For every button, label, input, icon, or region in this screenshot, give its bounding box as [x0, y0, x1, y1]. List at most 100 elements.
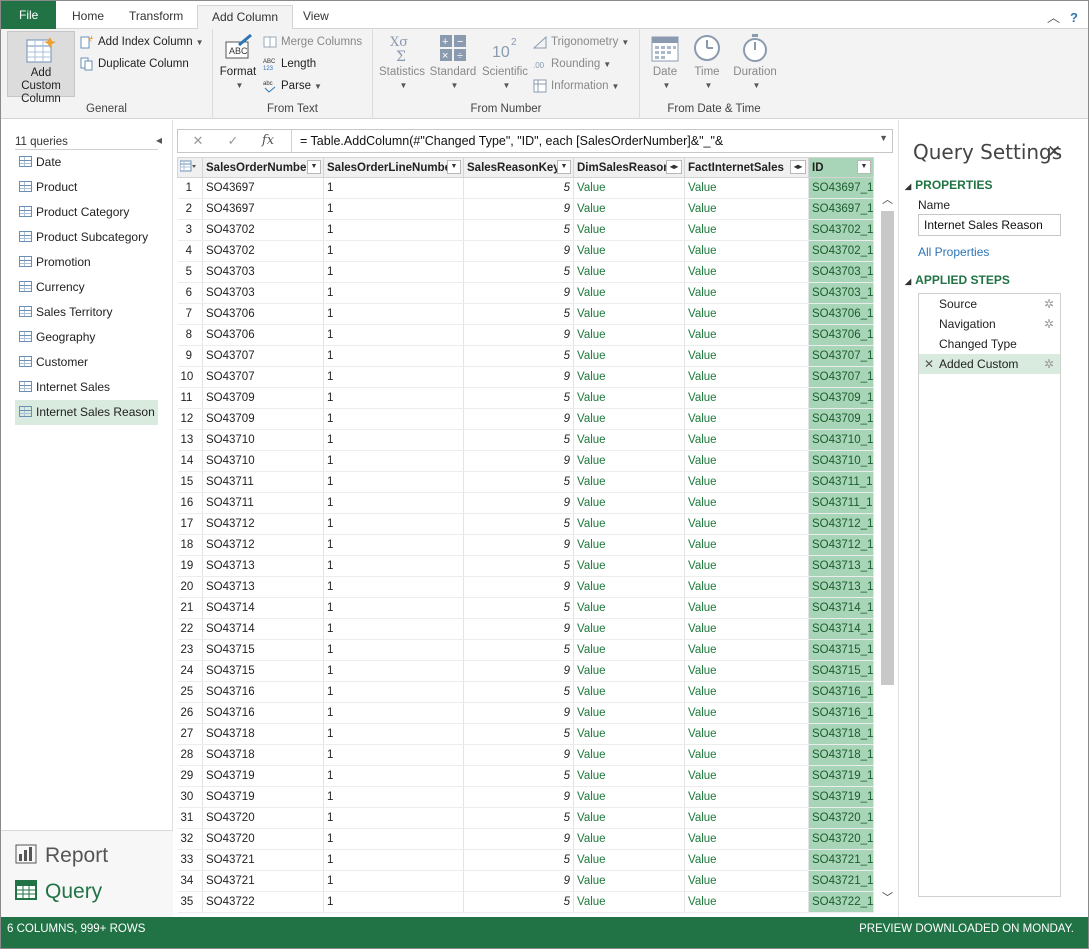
- cell-id[interactable]: SO43710_1: [808, 429, 874, 451]
- table-row[interactable]: 26 SO43716 1 9 Value Value SO43716_1: [177, 702, 874, 724]
- cell-salesorderlinenumber[interactable]: 1: [323, 660, 464, 682]
- cell-factinternetsales[interactable]: Value: [684, 786, 809, 808]
- cell-id[interactable]: SO43707_1: [808, 366, 874, 388]
- information-button[interactable]: Information ▼: [533, 77, 619, 95]
- cell-salesreasonkey[interactable]: 9: [463, 198, 574, 220]
- cell-salesorderlinenumber[interactable]: 1: [323, 828, 464, 850]
- cell-factinternetsales[interactable]: Value: [684, 471, 809, 493]
- applied-steps-section-header[interactable]: ◢ APPLIED STEPS: [905, 273, 1010, 287]
- column-header-salesorderlinenumber[interactable]: SalesOrderLineNumber ▼: [323, 157, 464, 178]
- table-row[interactable]: 21 SO43714 1 5 Value Value SO43714_1: [177, 597, 874, 619]
- tab-transform[interactable]: Transform: [115, 5, 197, 29]
- cell-factinternetsales[interactable]: Value: [684, 408, 809, 430]
- cell-salesordernumber[interactable]: SO43715: [202, 639, 324, 661]
- cell-salesreasonkey[interactable]: 9: [463, 492, 574, 514]
- cell-factinternetsales[interactable]: Value: [684, 324, 809, 346]
- applied-step[interactable]: Source ✲: [919, 294, 1060, 314]
- cell-dimsalesreason[interactable]: Value: [573, 849, 685, 871]
- cell-salesorderlinenumber[interactable]: 1: [323, 450, 464, 472]
- table-row[interactable]: 12 SO43709 1 9 Value Value SO43709_1: [177, 408, 874, 430]
- table-row[interactable]: 9 SO43707 1 5 Value Value SO43707_1: [177, 345, 874, 367]
- query-view-button[interactable]: Query: [15, 877, 102, 907]
- cell-salesordernumber[interactable]: SO43713: [202, 555, 324, 577]
- cell-salesorderlinenumber[interactable]: 1: [323, 807, 464, 829]
- cell-id[interactable]: SO43710_1: [808, 450, 874, 472]
- table-row[interactable]: 6 SO43703 1 9 Value Value SO43703_1: [177, 282, 874, 304]
- cell-salesorderlinenumber[interactable]: 1: [323, 324, 464, 346]
- cell-salesorderlinenumber[interactable]: 1: [323, 513, 464, 535]
- cell-id[interactable]: SO43711_1: [808, 492, 874, 514]
- cell-salesorderlinenumber[interactable]: 1: [323, 576, 464, 598]
- table-row[interactable]: 34 SO43721 1 9 Value Value SO43721_1: [177, 870, 874, 892]
- cell-factinternetsales[interactable]: Value: [684, 681, 809, 703]
- row-number[interactable]: 25: [177, 681, 203, 703]
- cell-salesordernumber[interactable]: SO43703: [202, 261, 324, 283]
- cell-salesreasonkey[interactable]: 9: [463, 828, 574, 850]
- cell-dimsalesreason[interactable]: Value: [573, 765, 685, 787]
- cell-salesordernumber[interactable]: SO43712: [202, 534, 324, 556]
- duration-button[interactable]: Duration ▼: [730, 33, 780, 92]
- cell-dimsalesreason[interactable]: Value: [573, 891, 685, 913]
- cell-salesordernumber[interactable]: SO43711: [202, 492, 324, 514]
- cell-factinternetsales[interactable]: Value: [684, 282, 809, 304]
- cell-salesorderlinenumber[interactable]: 1: [323, 534, 464, 556]
- cell-salesordernumber[interactable]: SO43719: [202, 765, 324, 787]
- cell-salesordernumber[interactable]: SO43711: [202, 471, 324, 493]
- cell-dimsalesreason[interactable]: Value: [573, 408, 685, 430]
- table-row[interactable]: 28 SO43718 1 9 Value Value SO43718_1: [177, 744, 874, 766]
- cell-dimsalesreason[interactable]: Value: [573, 198, 685, 220]
- table-row[interactable]: 27 SO43718 1 5 Value Value SO43718_1: [177, 723, 874, 745]
- cell-salesreasonkey[interactable]: 5: [463, 303, 574, 325]
- column-header-factinternetsales[interactable]: FactInternetSales ◂▸: [684, 157, 809, 178]
- cell-dimsalesreason[interactable]: Value: [573, 471, 685, 493]
- row-number[interactable]: 23: [177, 639, 203, 661]
- cell-salesordernumber[interactable]: SO43716: [202, 681, 324, 703]
- row-number[interactable]: 16: [177, 492, 203, 514]
- cell-salesordernumber[interactable]: SO43712: [202, 513, 324, 535]
- table-row[interactable]: 20 SO43713 1 9 Value Value SO43713_1: [177, 576, 874, 598]
- table-row[interactable]: 22 SO43714 1 9 Value Value SO43714_1: [177, 618, 874, 640]
- query-item[interactable]: Currency: [15, 275, 158, 300]
- cell-dimsalesreason[interactable]: Value: [573, 828, 685, 850]
- query-item[interactable]: Date: [15, 150, 158, 175]
- table-row[interactable]: 5 SO43703 1 5 Value Value SO43703_1: [177, 261, 874, 283]
- properties-section-header[interactable]: ◢ PROPERTIES: [905, 178, 993, 192]
- cell-dimsalesreason[interactable]: Value: [573, 240, 685, 262]
- cell-factinternetsales[interactable]: Value: [684, 387, 809, 409]
- row-number[interactable]: 30: [177, 786, 203, 808]
- cell-factinternetsales[interactable]: Value: [684, 366, 809, 388]
- cell-factinternetsales[interactable]: Value: [684, 849, 809, 871]
- cell-id[interactable]: SO43713_1: [808, 555, 874, 577]
- filter-dropdown-icon[interactable]: ▼: [447, 160, 461, 174]
- collapse-ribbon-icon[interactable]: ︿: [1047, 10, 1060, 25]
- cell-salesordernumber[interactable]: SO43714: [202, 618, 324, 640]
- confirm-formula-icon[interactable]: ✓: [223, 132, 243, 150]
- query-item[interactable]: Internet Sales Reason: [15, 400, 158, 425]
- standard-button[interactable]: + − × ÷ Standard ▼: [429, 33, 477, 92]
- cell-salesreasonkey[interactable]: 5: [463, 597, 574, 619]
- gear-icon[interactable]: ✲: [1044, 314, 1054, 334]
- fx-icon[interactable]: fx: [258, 132, 278, 150]
- table-row[interactable]: 25 SO43716 1 5 Value Value SO43716_1: [177, 681, 874, 703]
- applied-step[interactable]: Navigation ✲: [919, 314, 1060, 334]
- scroll-thumb[interactable]: [881, 211, 894, 685]
- collapse-pane-icon[interactable]: ◂: [156, 133, 162, 147]
- cancel-formula-icon[interactable]: ✕: [188, 132, 208, 150]
- cell-dimsalesreason[interactable]: Value: [573, 744, 685, 766]
- tab-file[interactable]: File: [1, 1, 57, 29]
- cell-salesordernumber[interactable]: SO43709: [202, 387, 324, 409]
- cell-factinternetsales[interactable]: Value: [684, 261, 809, 283]
- cell-id[interactable]: SO43715_1: [808, 639, 874, 661]
- cell-factinternetsales[interactable]: Value: [684, 303, 809, 325]
- cell-factinternetsales[interactable]: Value: [684, 450, 809, 472]
- row-number[interactable]: 3: [177, 219, 203, 241]
- cell-dimsalesreason[interactable]: Value: [573, 429, 685, 451]
- cell-salesordernumber[interactable]: SO43718: [202, 744, 324, 766]
- applied-step[interactable]: ✕ Added Custom ✲: [919, 354, 1060, 374]
- table-row[interactable]: 11 SO43709 1 5 Value Value SO43709_1: [177, 387, 874, 409]
- length-button[interactable]: ABC 123 Length: [263, 55, 316, 73]
- cell-salesorderlinenumber[interactable]: 1: [323, 282, 464, 304]
- table-row[interactable]: 2 SO43697 1 9 Value Value SO43697_1: [177, 198, 874, 220]
- table-row[interactable]: 1 SO43697 1 5 Value Value SO43697_1: [177, 177, 874, 199]
- cell-id[interactable]: SO43709_1: [808, 387, 874, 409]
